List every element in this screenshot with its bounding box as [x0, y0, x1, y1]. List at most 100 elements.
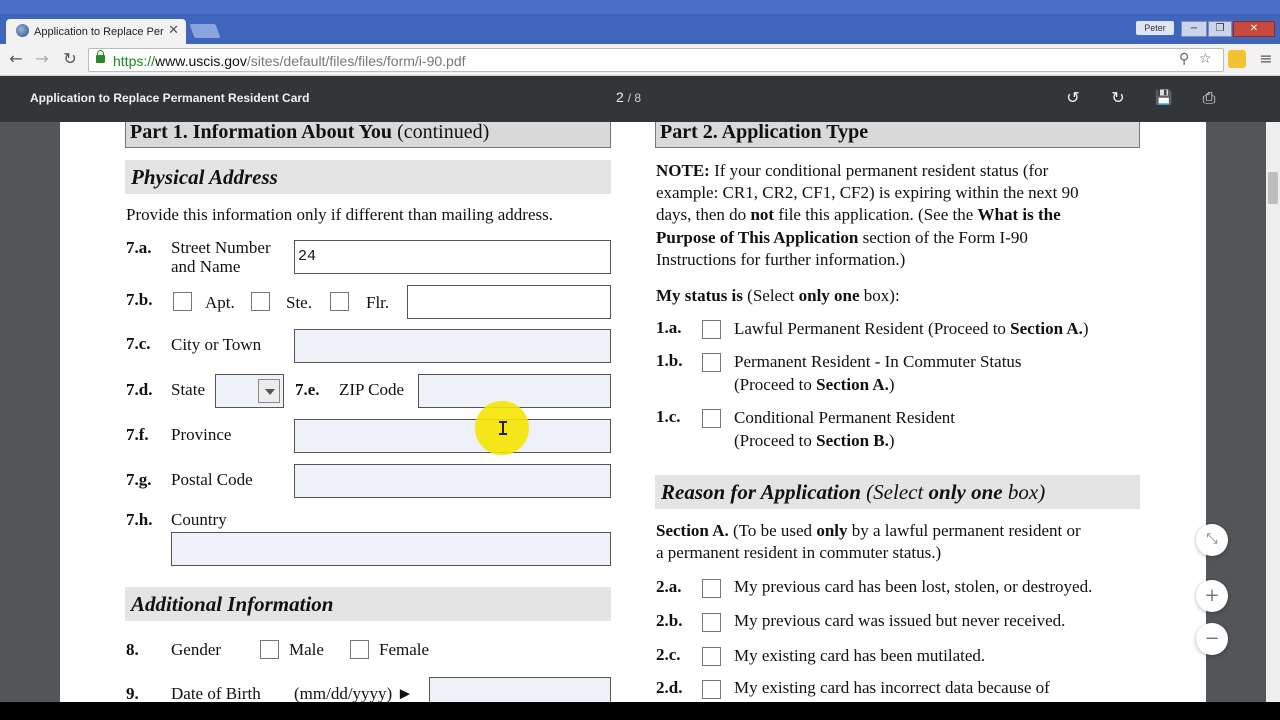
reason-2c-label: 2.c.	[656, 645, 681, 664]
apt-label: Apt.	[205, 293, 235, 312]
physical-address-heading: Physical Address	[125, 160, 611, 194]
reason-2d-text: My existing card has incorrect data beca…	[734, 678, 1050, 697]
reason-heading: Reason for Application (Select only one …	[655, 475, 1140, 509]
profile-button[interactable]: Peter	[1136, 21, 1174, 35]
reload-icon[interactable]: ↻	[60, 49, 80, 69]
maximize-button[interactable]: ❐	[1208, 21, 1232, 37]
dob-label: Date of Birth	[171, 684, 261, 702]
commuter-status-checkbox[interactable]	[702, 353, 721, 372]
postal-code-input[interactable]	[294, 464, 611, 498]
state-number-label: 7.d.	[126, 380, 153, 399]
back-icon[interactable]: ←	[6, 49, 26, 69]
card-never-received-checkbox[interactable]	[702, 613, 721, 632]
card-lost-checkbox[interactable]	[702, 579, 721, 598]
new-tab-button[interactable]	[189, 24, 221, 38]
part1-heading: Part 1. Information About You (continued…	[125, 122, 611, 148]
print-icon[interactable]: ⎙	[1199, 88, 1219, 108]
dob-number-label: 9.	[126, 684, 139, 702]
close-window-button[interactable]: ✕	[1233, 21, 1275, 37]
dob-format: (mm/dd/yyyy) ►	[294, 684, 414, 702]
tab-pdf[interactable]: Application to Replace Per ✕	[6, 19, 186, 45]
lock-icon	[96, 50, 105, 63]
city-number-label: 7.c.	[126, 334, 151, 353]
male-label: Male	[289, 640, 324, 659]
note-line3: days, then do not file this application.…	[656, 205, 1061, 224]
street-label-line2: and Name	[171, 257, 241, 276]
extension-folder-icon[interactable]	[1228, 50, 1246, 68]
status-1a-text: Lawful Permanent Resident (Proceed to Se…	[734, 319, 1089, 338]
reason-2b-label: 2.b.	[656, 611, 683, 630]
reason-2d-label: 2.d.	[656, 678, 683, 697]
ste-label: Ste.	[286, 293, 312, 312]
address-bar[interactable]: https://www.uscis.gov/sites/default/file…	[88, 48, 1224, 72]
chevron-down-icon[interactable]	[258, 379, 280, 403]
tab-close-icon[interactable]: ✕	[168, 23, 179, 38]
city-input[interactable]	[294, 329, 611, 363]
street-number-label: 7.a.	[126, 238, 152, 257]
gender-label: Gender	[171, 640, 222, 659]
country-input[interactable]	[171, 532, 611, 566]
bookmark-star-icon[interactable]: ☆	[1199, 51, 1212, 67]
additional-info-heading: Additional Information	[125, 587, 611, 621]
street-input[interactable]: 24	[294, 240, 611, 274]
status-1b-line2: (Proceed to Section A.)	[734, 375, 895, 394]
gender-number-label: 8.	[126, 640, 139, 659]
forward-icon[interactable]: →	[32, 49, 52, 69]
minimize-button[interactable]: −	[1181, 21, 1207, 37]
postal-number-label: 7.g.	[126, 470, 152, 489]
dob-input[interactable]	[429, 677, 611, 702]
save-icon[interactable]: 💾	[1154, 88, 1174, 108]
status-1c-line1: Conditional Permanent Resident	[734, 408, 955, 427]
apt-checkbox[interactable]	[173, 292, 192, 311]
conditional-resident-checkbox[interactable]	[702, 409, 721, 428]
status-prompt: My status is (Select only one box):	[656, 286, 900, 305]
state-select[interactable]	[215, 374, 284, 408]
vertical-scrollbar[interactable]	[1266, 122, 1280, 702]
note-line4: Purpose of This Application section of t…	[656, 228, 1028, 247]
state-label: State	[171, 380, 205, 399]
section-a-line1: Section A. (To be used only by a lawful …	[656, 521, 1081, 540]
female-checkbox[interactable]	[350, 640, 369, 659]
note-line1: NOTE: If your conditional permanent resi…	[656, 161, 1049, 180]
menu-icon[interactable]: ≡	[1256, 49, 1276, 69]
zoom-icon[interactable]: ⚲	[1179, 51, 1189, 67]
unit-number-label: 7.b.	[126, 290, 153, 309]
page-total: / 8	[627, 91, 642, 105]
province-input[interactable]	[294, 419, 611, 453]
status-1b-line1: Permanent Resident - In Commuter Status	[734, 352, 1022, 371]
url-text: https://www.uscis.gov/sites/default/file…	[113, 53, 466, 69]
browser-toolbar: ← → ↻ https://www.uscis.gov/sites/defaul…	[0, 44, 1280, 76]
unit-number-input[interactable]	[407, 285, 611, 319]
reason-2a-label: 2.a.	[656, 577, 682, 596]
page-current[interactable]: 2	[616, 89, 624, 105]
flr-checkbox[interactable]	[330, 292, 349, 311]
fit-to-page-button[interactable]: ⤡	[1196, 524, 1228, 556]
country-number-label: 7.h.	[126, 510, 153, 529]
zoom-out-button[interactable]: −	[1196, 623, 1228, 655]
bottom-letterbox	[0, 702, 1280, 720]
country-label: Country	[171, 510, 227, 529]
status-1c-label: 1.c.	[656, 407, 681, 426]
zip-input[interactable]	[418, 374, 611, 408]
status-1b-label: 1.b.	[656, 351, 683, 370]
zip-label: ZIP Code	[339, 380, 405, 399]
pdf-viewport: Part 1. Information About You (continued…	[0, 122, 1280, 702]
rotate-cw-icon[interactable]: ↻	[1108, 88, 1128, 108]
postal-label: Postal Code	[171, 470, 253, 489]
card-incorrect-data-checkbox[interactable]	[702, 680, 721, 699]
scrollbar-thumb[interactable]	[1268, 172, 1278, 204]
note-line2: example: CR1, CR2, CF1, CF2) is expiring…	[656, 183, 1079, 202]
rotate-ccw-icon[interactable]: ↺	[1063, 88, 1083, 108]
lawful-permanent-resident-checkbox[interactable]	[702, 320, 721, 339]
card-mutilated-checkbox[interactable]	[702, 647, 721, 666]
zip-number-label: 7.e.	[295, 380, 320, 399]
reason-2c-text: My existing card has been mutilated.	[734, 646, 986, 665]
page-indicator: 2 / 8	[616, 89, 641, 105]
ste-checkbox[interactable]	[251, 292, 270, 311]
zoom-in-button[interactable]: +	[1196, 580, 1228, 612]
reason-2b-text: My previous card was issued but never re…	[734, 611, 1066, 630]
part2-heading: Part 2. Application Type	[655, 122, 1140, 148]
status-1c-line2: (Proceed to Section B.)	[734, 431, 895, 450]
male-checkbox[interactable]	[260, 640, 279, 659]
tab-title: Application to Replace Per	[34, 26, 164, 38]
